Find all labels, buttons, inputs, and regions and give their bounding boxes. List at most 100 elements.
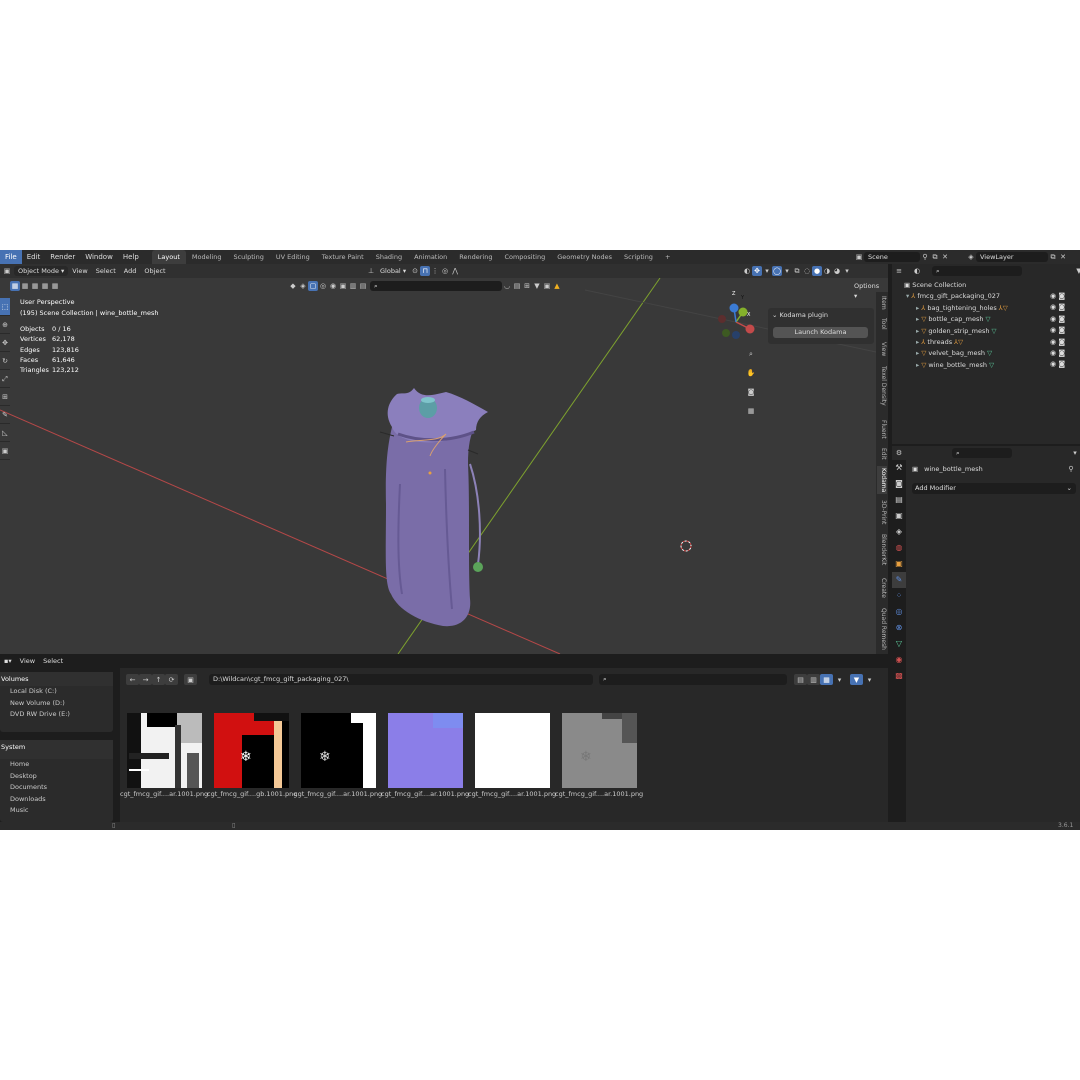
tab-fluent[interactable]: Fluent xyxy=(877,418,887,441)
plugin-icon[interactable]: ▥ xyxy=(348,281,358,291)
eye-icon[interactable]: ◉ ◙ xyxy=(1050,315,1065,326)
menu-window[interactable]: Window xyxy=(80,250,118,264)
plugin-icon[interactable]: ▤ xyxy=(512,281,522,291)
filter-icon[interactable]: ▼ xyxy=(1074,266,1080,276)
overlay-toggle-icon[interactable]: ◯ xyxy=(772,266,782,276)
measure-tool-icon[interactable]: ◺ xyxy=(0,424,10,442)
kodama-panel-header[interactable]: ⌄ Kodama plugin xyxy=(772,311,828,319)
properties-search-input[interactable]: ⌕ xyxy=(952,448,1012,458)
back-arrow-icon[interactable]: ← xyxy=(126,674,139,685)
plugin-icon[interactable]: ▢ xyxy=(308,281,318,291)
world-tab-icon[interactable]: ◍ xyxy=(892,540,906,556)
camera-icon[interactable]: ◙ xyxy=(744,386,758,398)
editor-type-icon[interactable]: ≡ xyxy=(894,266,904,276)
file-thumbnail[interactable]: ❄ xyxy=(301,713,376,788)
tab-sculpting[interactable]: Sculpting xyxy=(227,250,269,264)
cursor-tool-icon[interactable]: ⊕ xyxy=(0,316,10,334)
object-data-icon[interactable]: ▽ xyxy=(985,349,992,357)
tab-rendering[interactable]: Rendering xyxy=(453,250,498,264)
plugin-icon[interactable]: ▣ xyxy=(338,281,348,291)
snap-target-icon[interactable]: ⋮ xyxy=(430,266,440,276)
tool-tab-icon[interactable]: ⚒ xyxy=(892,460,906,476)
volumes-header[interactable]: Volumes xyxy=(0,672,113,686)
menu-select[interactable]: Select xyxy=(92,266,120,276)
new-view-layer-icon[interactable]: ⧉ xyxy=(1048,252,1058,262)
object-data-icon[interactable]: ▽ xyxy=(983,315,991,323)
grid-view-icon[interactable]: ▦ xyxy=(744,405,758,417)
volume-item[interactable]: DVD RW Drive (E:) xyxy=(0,709,113,721)
material-tab-icon[interactable]: ◉ xyxy=(892,652,906,668)
transform-tool-icon[interactable]: ⊞ xyxy=(0,388,10,406)
list-horizontal-icon[interactable]: ▥ xyxy=(807,674,820,685)
tab-geometry-nodes[interactable]: Geometry Nodes xyxy=(551,250,618,264)
plugin-icon[interactable]: ▤ xyxy=(358,281,368,291)
scene-icon[interactable]: ▣ xyxy=(854,252,864,262)
tab-uv-editing[interactable]: UV Editing xyxy=(270,250,316,264)
scale-tool-icon[interactable]: ⤢ xyxy=(0,370,10,388)
menu-add[interactable]: Add xyxy=(120,266,141,276)
select-intersect-icon[interactable]: ▦ xyxy=(40,281,50,291)
rotate-tool-icon[interactable]: ↻ xyxy=(0,352,10,370)
editor-type-icon[interactable]: ▪▾ xyxy=(0,656,16,666)
plugin-icon[interactable]: ▣ xyxy=(542,281,552,291)
filter-icon[interactable]: ▼ xyxy=(850,674,863,685)
add-workspace-button[interactable]: + xyxy=(659,250,676,264)
tab-tool[interactable]: Tool xyxy=(877,316,887,332)
eye-icon[interactable]: ◉ ◙ xyxy=(1050,338,1065,349)
view-layer-icon[interactable]: ◈ xyxy=(966,252,976,262)
close-icon[interactable]: ✕ xyxy=(1058,252,1068,262)
tab-quad-remesh[interactable]: Quad Remesh xyxy=(877,606,887,652)
pivot-icon[interactable]: ⊙ xyxy=(410,266,420,276)
system-item-desktop[interactable]: Desktop xyxy=(0,771,113,783)
editor-type-icon[interactable]: ⚙ xyxy=(894,448,904,458)
file-thumbnail[interactable]: ❄ xyxy=(214,713,289,788)
shading-options-icon[interactable]: ▾ xyxy=(842,266,852,276)
collapse-arrow-icon[interactable]: ▾ xyxy=(906,292,909,300)
tab-shading[interactable]: Shading xyxy=(370,250,408,264)
system-item-music[interactable]: Music xyxy=(0,805,113,817)
solid-shading-icon[interactable]: ● xyxy=(812,266,822,276)
plugin-icon[interactable]: ◎ xyxy=(318,281,328,291)
filter-options-icon[interactable]: ▾ xyxy=(863,674,876,685)
system-item-downloads[interactable]: Downloads xyxy=(0,794,113,806)
transform-orientation-icon[interactable]: ⊥ xyxy=(366,266,376,276)
launch-kodama-button[interactable]: Launch Kodama xyxy=(773,327,868,338)
tab-modeling[interactable]: Modeling xyxy=(186,250,228,264)
menu-edit[interactable]: Edit xyxy=(22,250,46,264)
select-extend-icon[interactable]: ▦ xyxy=(20,281,30,291)
select-invert-icon[interactable]: ▦ xyxy=(50,281,60,291)
object-data-icon[interactable]: ▽ xyxy=(989,327,997,335)
options-icon[interactable]: ▾ xyxy=(1070,448,1080,458)
orientation-select[interactable]: Global ▾ xyxy=(376,266,410,276)
select-tool-icon[interactable]: ⬚ xyxy=(0,298,10,316)
plugin-icon[interactable]: ◈ xyxy=(298,281,308,291)
eye-icon[interactable]: ◉ ◙ xyxy=(1050,326,1065,337)
view-layer-tab-icon[interactable]: ▣ xyxy=(892,508,906,524)
tab-blenderkit[interactable]: BlenderKit xyxy=(877,532,887,567)
eye-icon[interactable]: ◉ ◙ xyxy=(1050,360,1065,371)
move-tool-icon[interactable]: ✥ xyxy=(0,334,10,352)
options-button[interactable]: Options ▾ xyxy=(850,281,888,300)
new-folder-icon[interactable]: ▣ xyxy=(184,674,197,685)
fb-menu-view[interactable]: View xyxy=(16,656,39,666)
fb-menu-select[interactable]: Select xyxy=(39,656,67,666)
file-thumbnail[interactable] xyxy=(475,713,550,788)
tab-animation[interactable]: Animation xyxy=(408,250,453,264)
tab-texture-paint[interactable]: Texture Paint xyxy=(316,250,370,264)
menu-help[interactable]: Help xyxy=(118,250,144,264)
modifier-tab-icon[interactable]: ✎ xyxy=(892,572,906,588)
close-icon[interactable]: ✕ xyxy=(940,252,950,262)
menu-object[interactable]: Object xyxy=(140,266,169,276)
view-layer-field[interactable]: ViewLayer xyxy=(976,252,1048,262)
sort-dropdown-icon[interactable]: ▾ xyxy=(833,674,846,685)
plugin-icon[interactable]: ◡ xyxy=(502,281,512,291)
plugin-icon[interactable]: ◆ xyxy=(288,281,298,291)
path-input[interactable]: D:\Wildcan\cgt_fmcg_gift_packaging_027\ xyxy=(209,674,593,685)
plugin-icon[interactable]: ◉ xyxy=(328,281,338,291)
rendered-shading-icon[interactable]: ◕ xyxy=(832,266,842,276)
tab-3d-print[interactable]: 3D-Print xyxy=(877,498,887,526)
scene-field[interactable]: Scene xyxy=(864,252,920,262)
gizmo-toggle-icon[interactable]: ✥ xyxy=(752,266,762,276)
annotate-tool-icon[interactable]: ✎ xyxy=(0,406,10,424)
filter-icon[interactable]: ▼ xyxy=(532,281,542,291)
